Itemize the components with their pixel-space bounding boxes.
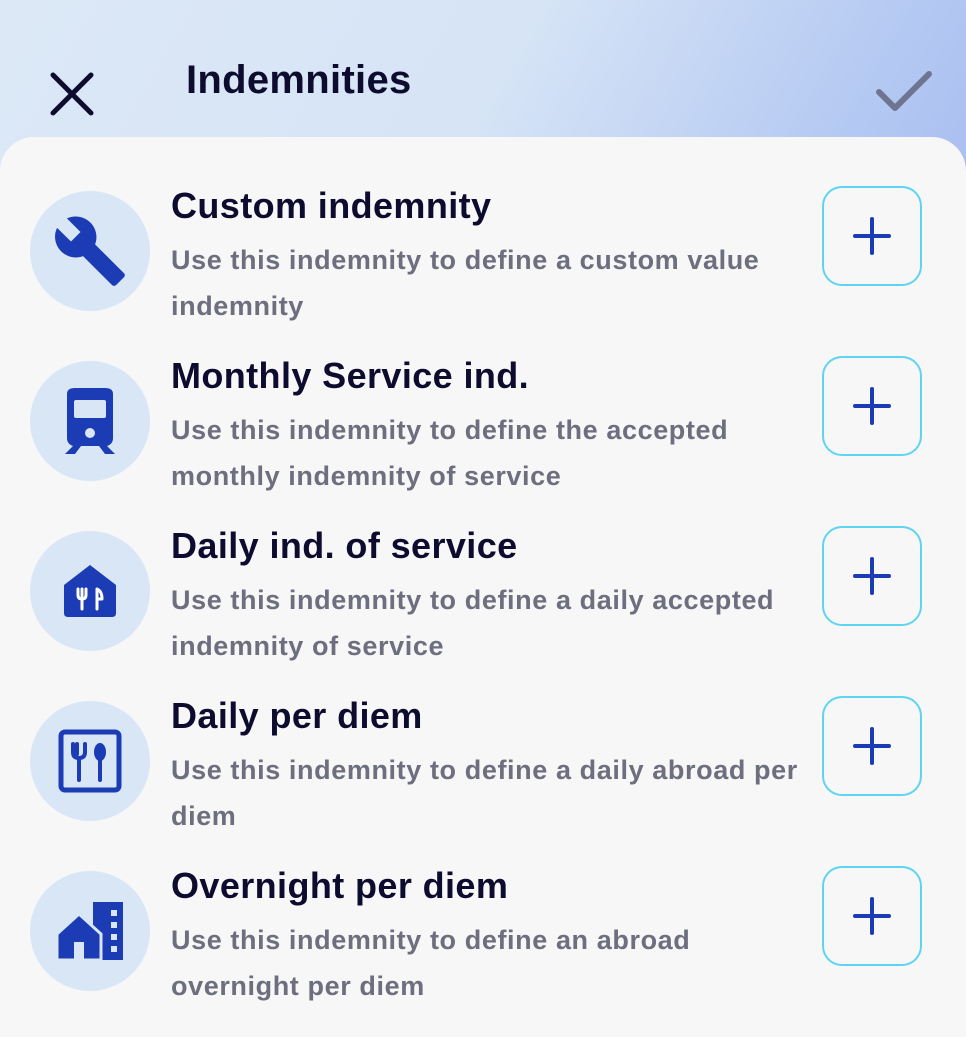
close-button[interactable]: [44, 66, 100, 122]
check-icon: [876, 71, 932, 111]
wrench-icon: [55, 216, 125, 286]
list-item-daily-per-diem: Daily per diem Use this indemnity to def…: [0, 647, 966, 831]
header: Indemnities: [0, 0, 966, 140]
item-title: Custom indemnity: [171, 185, 492, 226]
add-button[interactable]: [822, 696, 922, 796]
item-title: Monthly Service ind.: [171, 355, 530, 396]
train-icon: [65, 388, 115, 454]
house-building-icon: [55, 902, 123, 962]
list-item-overnight-per-diem: Overnight per diem Use this indemnity to…: [0, 817, 966, 1001]
list-item-daily-service: Daily ind. of service Use this indemnity…: [0, 477, 966, 661]
close-icon: [50, 72, 94, 116]
icon-badge: [30, 361, 150, 481]
plus-icon: [853, 727, 891, 765]
add-button[interactable]: [822, 866, 922, 966]
plus-icon: [853, 387, 891, 425]
icon-badge: [30, 871, 150, 991]
icon-badge: [30, 701, 150, 821]
item-title: Daily ind. of service: [171, 525, 518, 566]
add-button[interactable]: [822, 526, 922, 626]
confirm-button[interactable]: [872, 64, 936, 120]
list-item-custom-indemnity: Custom indemnity Use this indemnity to d…: [0, 137, 966, 321]
plus-icon: [853, 217, 891, 255]
plus-icon: [853, 897, 891, 935]
icon-badge: [30, 191, 150, 311]
indemnity-list: Custom indemnity Use this indemnity to d…: [0, 137, 966, 1037]
add-button[interactable]: [822, 186, 922, 286]
add-button[interactable]: [822, 356, 922, 456]
item-description: Use this indemnity to define an abroad o…: [171, 925, 691, 1001]
dining-icon: [58, 729, 122, 793]
list-item-monthly-service: Monthly Service ind. Use this indemnity …: [0, 307, 966, 491]
icon-badge: [30, 531, 150, 651]
item-title: Overnight per diem: [171, 865, 509, 906]
page-title: Indemnities: [186, 58, 412, 102]
restaurant-house-icon: [64, 565, 116, 617]
plus-icon: [853, 557, 891, 595]
item-title: Daily per diem: [171, 695, 423, 736]
